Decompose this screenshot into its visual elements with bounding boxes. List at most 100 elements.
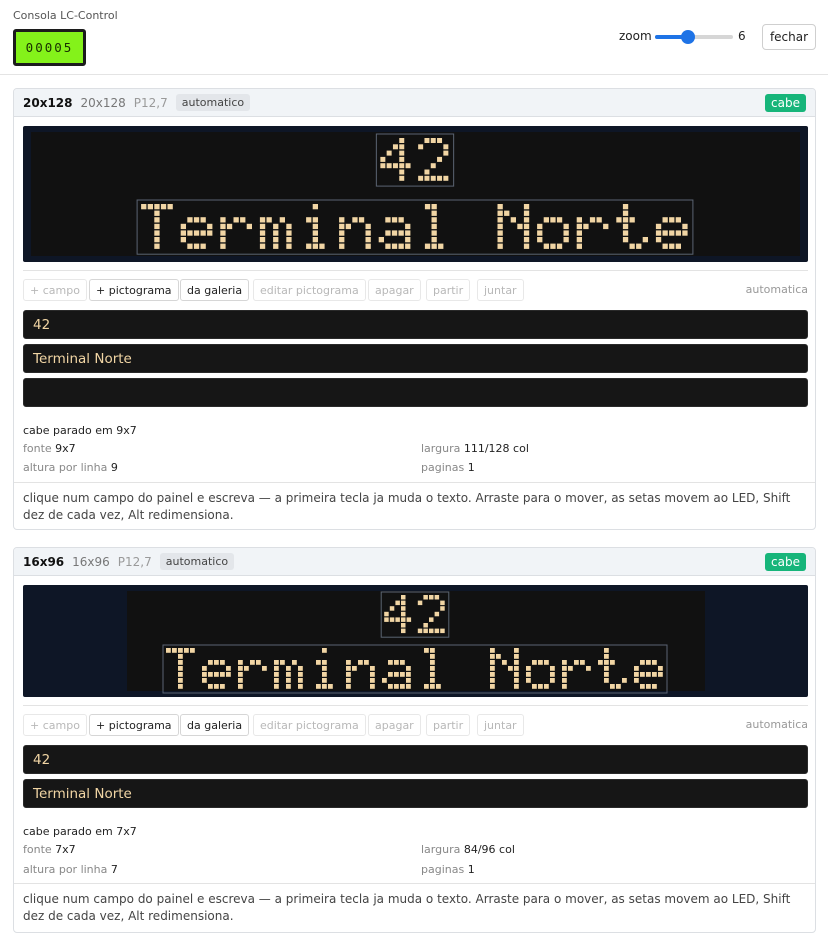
led-dot (563, 223, 569, 230)
led-dot (246, 223, 252, 230)
edit-pictogram-button[interactable]: editar pictograma (253, 714, 366, 736)
led-dot (669, 217, 675, 223)
led-dot (538, 660, 543, 665)
led-dot (497, 230, 503, 236)
led-dot (382, 678, 387, 683)
led-dot (537, 237, 543, 243)
width-value: 111/128 col (463, 442, 529, 455)
led-dot (154, 223, 160, 230)
add-field-button[interactable]: + campo (23, 714, 87, 736)
led-preview[interactable] (23, 126, 808, 262)
zoom-slider[interactable] (655, 30, 733, 44)
led-dot (259, 237, 266, 243)
zoom-thumb[interactable] (680, 30, 695, 44)
led-matrix[interactable] (23, 585, 808, 697)
text-field[interactable] (23, 378, 808, 407)
led-dot (405, 237, 411, 243)
fit-status: cabe parado em 9x7 (23, 424, 137, 437)
font-value: 7x7 (55, 843, 76, 856)
led-dot (418, 175, 424, 181)
led-dot (388, 672, 393, 677)
pages-label: paginas (421, 461, 465, 474)
led-dot (378, 237, 384, 243)
led-dot (220, 237, 226, 243)
led-dot (274, 672, 279, 677)
led-dot (622, 237, 629, 243)
led-dot (154, 204, 160, 210)
text-field[interactable]: 42 (23, 745, 808, 774)
zoom-label: zoom (619, 29, 652, 43)
led-dot (238, 672, 243, 677)
join-button[interactable]: juntar (477, 714, 524, 736)
panel-card: 16x96 16x96 P12,7 automatico cabe + camp… (13, 547, 816, 933)
led-dot (682, 230, 688, 236)
led-dot (675, 230, 681, 236)
led-matrix[interactable] (23, 126, 808, 262)
led-dot (399, 138, 405, 143)
led-dot (604, 666, 609, 671)
led-dot (532, 660, 537, 665)
fit-badge: cabe (765, 94, 806, 112)
led-dot (526, 672, 531, 677)
delete-button[interactable]: apagar (368, 714, 421, 736)
led-dot (430, 666, 435, 671)
counter-display: 00005 (13, 29, 86, 66)
led-dot (187, 217, 193, 223)
led-dot (443, 150, 449, 156)
led-dot (437, 156, 443, 162)
led-dot (386, 150, 392, 156)
led-dot (398, 230, 404, 236)
text-field[interactable]: Terminal Norte (23, 779, 808, 808)
led-dot (490, 678, 495, 683)
led-dot (202, 678, 207, 683)
led-dot (178, 666, 183, 671)
led-dot (178, 678, 183, 683)
led-dot (431, 210, 437, 216)
from-gallery-button[interactable]: da galeria (180, 714, 250, 736)
led-dot (423, 623, 428, 628)
led-dot (431, 217, 437, 223)
add-pictogram-button[interactable]: + pictograma (89, 279, 179, 301)
led-dot (434, 611, 440, 617)
add-pictogram-button[interactable]: + pictograma (89, 714, 179, 736)
led-dot (345, 223, 351, 230)
add-field-button[interactable]: + campo (23, 279, 87, 301)
edit-pictogram-button[interactable]: editar pictograma (253, 279, 366, 301)
panel-name: 20x128 (23, 95, 73, 110)
line-height-value: 9 (110, 461, 118, 474)
app-title: Consola LC-Control (13, 9, 118, 22)
led-dot (391, 243, 398, 249)
split-button[interactable]: partir (426, 279, 471, 301)
led-dot (193, 217, 200, 223)
led-dot (394, 672, 399, 677)
led-dot (562, 672, 567, 677)
led-dot (405, 223, 411, 230)
font-info: fonte 9x7 (23, 442, 76, 455)
led-preview[interactable] (23, 585, 808, 697)
from-gallery-button[interactable]: da galeria (180, 279, 250, 301)
led-dot (562, 678, 567, 683)
led-dot (389, 617, 395, 622)
close-button[interactable]: fechar (762, 24, 816, 50)
text-field[interactable]: 42 (23, 310, 808, 339)
led-dot (180, 237, 186, 243)
led-dot (226, 223, 233, 230)
led-dot (312, 223, 318, 230)
led-dot (405, 243, 411, 249)
text-field[interactable]: Terminal Norte (23, 344, 808, 373)
led-dot (166, 648, 171, 653)
led-dot (238, 684, 243, 689)
split-button[interactable]: partir (426, 714, 471, 736)
led-dot (365, 243, 371, 249)
led-dot (220, 672, 225, 677)
led-dot (238, 660, 243, 665)
led-dot (220, 223, 226, 230)
led-dot (400, 684, 405, 689)
delete-button[interactable]: apagar (368, 279, 421, 301)
width-label: largura (421, 843, 461, 856)
led-dot (392, 163, 398, 169)
led-dot (250, 660, 255, 665)
join-button[interactable]: juntar (477, 279, 524, 301)
led-dot (430, 660, 435, 665)
led-dot (339, 243, 345, 249)
